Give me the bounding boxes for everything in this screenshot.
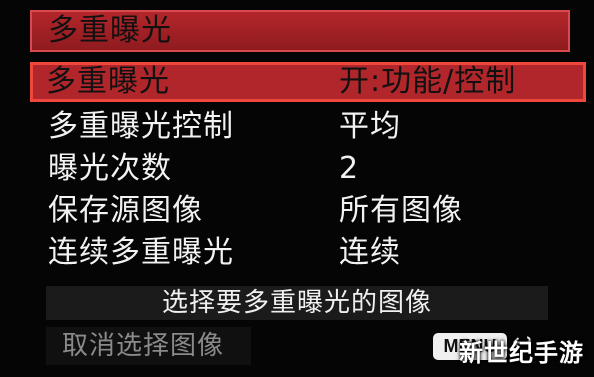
- menu-value-exposure-control: 平均: [339, 109, 401, 144]
- menu-label-exposure-control: 多重曝光控制: [48, 109, 234, 144]
- camera-menu-screen: 多重曝光 多重曝光 开:功能/控制 多重曝光控制 平均 曝光次数 2 保存源图像…: [0, 0, 594, 377]
- menu-row-save-source-images[interactable]: 保存源图像 所有图像: [30, 190, 586, 232]
- menu-row-exposure-control[interactable]: 多重曝光控制 平均: [30, 106, 586, 148]
- menu-row-continuous-multiple-exposure[interactable]: 连续多重曝光 连续: [30, 232, 586, 274]
- menu-label-save-source-images: 保存源图像: [48, 193, 203, 228]
- menu-label-multiple-exposure: 多重曝光: [46, 64, 170, 99]
- menu-value-save-source-images: 所有图像: [339, 193, 463, 228]
- page-title: 多重曝光: [30, 10, 570, 52]
- menu-label-exposure-count: 曝光次数: [48, 151, 172, 186]
- menu-row-exposure-count[interactable]: 曝光次数 2: [30, 148, 586, 190]
- watermark: 新世纪手游: [459, 339, 584, 367]
- menu-row-multiple-exposure[interactable]: 多重曝光 开:功能/控制: [30, 62, 586, 102]
- multi-exposure-menu: 多重曝光 开:功能/控制 多重曝光控制 平均 曝光次数 2 保存源图像 所有图像…: [30, 62, 586, 274]
- menu-value-continuous-multiple-exposure: 连续: [339, 235, 401, 270]
- menu-label-continuous-multiple-exposure: 连续多重曝光: [48, 235, 234, 270]
- menu-value-exposure-count: 2: [339, 151, 360, 186]
- menu-value-multiple-exposure: 开:功能/控制: [339, 64, 517, 99]
- select-images-button[interactable]: 选择要多重曝光的图像: [46, 286, 548, 320]
- cancel-selection-button[interactable]: 取消选择图像: [46, 327, 251, 365]
